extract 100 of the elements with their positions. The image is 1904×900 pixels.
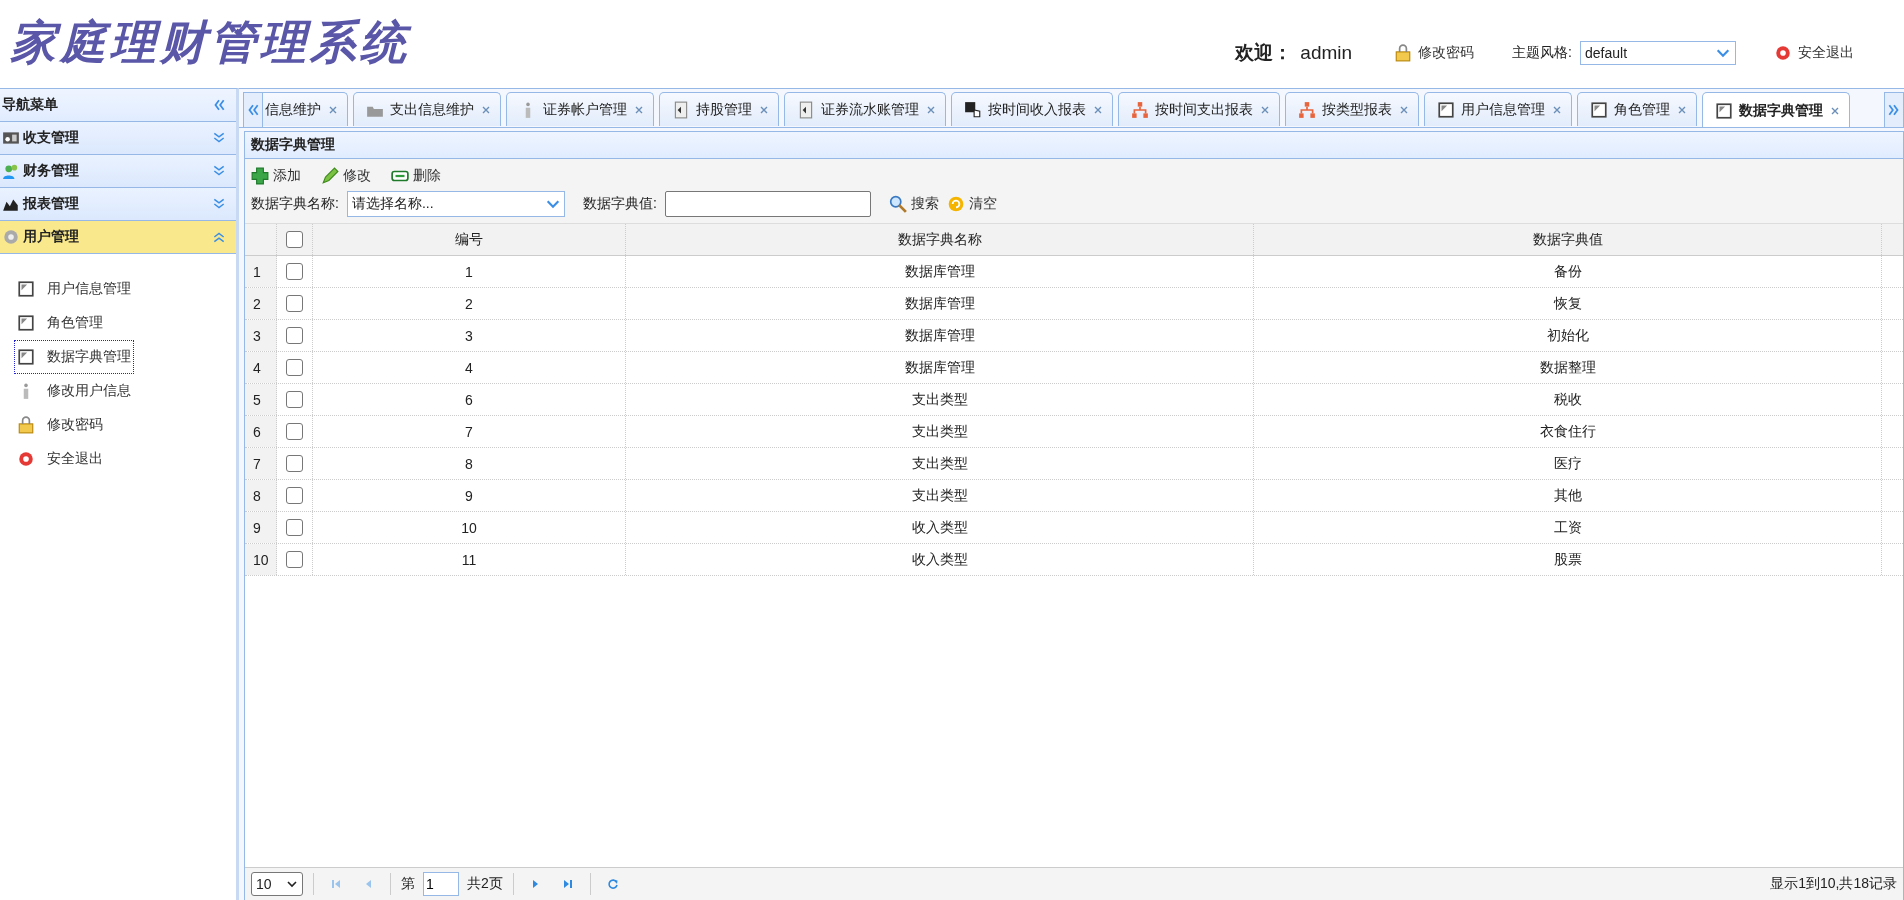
column-header[interactable]: 编号 (313, 224, 626, 255)
column-header[interactable]: 数据字典名称 (626, 224, 1254, 255)
row-number: 1 (245, 256, 277, 287)
menu-item[interactable]: 角色管理 (14, 306, 106, 340)
expand-icon (212, 164, 226, 178)
row-number: 4 (245, 352, 277, 383)
table-cell: 数据库管理 (626, 320, 1254, 351)
checkbox[interactable] (286, 295, 303, 312)
menu-item[interactable]: 修改密码 (14, 408, 106, 442)
checkbox[interactable] (286, 455, 303, 472)
table-cell: 6 (313, 384, 626, 415)
tab[interactable]: 数据字典管理 (1702, 92, 1850, 127)
user-name: admin (1300, 42, 1353, 64)
accordion-header[interactable]: 收支管理 (0, 122, 236, 155)
menu-item[interactable]: 安全退出 (14, 442, 106, 476)
search-button[interactable]: 搜索 (888, 195, 939, 213)
table-cell: 10 (313, 512, 626, 543)
hierarchy-icon (1131, 100, 1149, 119)
row-number: 7 (245, 448, 277, 479)
table-cell: 支出类型 (626, 480, 1254, 511)
checkbox[interactable] (286, 551, 303, 568)
table-cell: 7 (313, 416, 626, 447)
checkbox[interactable] (286, 423, 303, 440)
tab[interactable]: 角色管理 (1577, 92, 1697, 126)
page-summary: 显示1到10,共18记录 (1770, 875, 1897, 893)
hierarchy-icon (1298, 100, 1316, 119)
scroll-left-icon (246, 103, 260, 117)
lock-icon (17, 416, 35, 434)
menu-item[interactable]: 数据字典管理 (14, 340, 134, 374)
value-input[interactable] (664, 191, 871, 217)
plus-icon (251, 167, 269, 185)
tab[interactable]: 证券流水账管理 (784, 92, 946, 126)
last-page-icon (561, 878, 574, 890)
tab[interactable]: 按时间收入报表 (951, 92, 1113, 126)
tab[interactable]: 支出信息维护 (353, 92, 501, 126)
search-icon (888, 195, 907, 213)
refresh-icon (606, 878, 619, 890)
row-number: 8 (245, 480, 277, 511)
table-cell: 收入类型 (626, 544, 1254, 575)
checkbox[interactable] (286, 487, 303, 504)
column-header[interactable]: 数据字典值 (1254, 224, 1882, 255)
document-icon (797, 100, 815, 119)
checkbox[interactable] (286, 391, 303, 408)
page-input[interactable]: 1 (423, 872, 459, 896)
document-icon (672, 100, 690, 119)
tab[interactable]: 按时间支出报表 (1118, 92, 1280, 126)
accordion-header[interactable]: 用户管理 (0, 221, 236, 254)
table-cell: 税收 (1254, 384, 1882, 415)
table-cell: 4 (313, 352, 626, 383)
pencil-icon (321, 167, 339, 185)
app-logo: 家庭理财管理系统 (9, 14, 410, 71)
tab[interactable]: 持股管理 (659, 92, 779, 126)
collapse-icon (212, 98, 226, 112)
refresh-icon (946, 195, 965, 213)
checkbox[interactable] (286, 263, 303, 280)
checkbox[interactable] (286, 231, 303, 248)
welcome-label: 欢迎： (1235, 41, 1293, 65)
first-page-icon (330, 878, 342, 890)
table-cell: 医疗 (1254, 448, 1882, 479)
tab[interactable]: 信息维护 (263, 92, 348, 126)
tab[interactable]: 按类型报表 (1285, 92, 1419, 126)
edit-button[interactable]: 修改 (321, 167, 371, 185)
add-button[interactable]: 添加 (251, 167, 301, 185)
table-cell: 3 (313, 320, 626, 351)
table-cell: 11 (313, 544, 626, 575)
table-cell: 股票 (1254, 544, 1882, 575)
scroll-right-icon (1887, 103, 1901, 117)
lock-icon (1394, 44, 1413, 62)
row-number: 9 (245, 512, 277, 543)
theme-select[interactable]: default (1580, 41, 1736, 65)
name-select[interactable]: 请选择名称... (346, 191, 565, 217)
tab[interactable]: 用户信息管理 (1424, 92, 1572, 126)
value-label: 数据字典值: (582, 195, 657, 213)
scroll-left-button[interactable] (243, 92, 263, 127)
table-cell: 收入类型 (626, 512, 1254, 543)
tab[interactable]: 证券帐户管理 (506, 92, 654, 126)
menu-item[interactable]: 用户信息管理 (14, 272, 134, 306)
logout-link[interactable]: 安全退出 (1774, 44, 1854, 62)
menu-item[interactable]: 修改用户信息 (14, 374, 134, 408)
checkbox[interactable] (286, 519, 303, 536)
clear-button[interactable]: 清空 (946, 195, 997, 213)
delete-button[interactable]: 删除 (391, 167, 441, 185)
row-number: 10 (245, 544, 277, 575)
collapse-icon (212, 230, 226, 244)
checkbox[interactable] (286, 327, 303, 344)
scroll-right-button[interactable] (1884, 92, 1904, 127)
table-cell: 9 (313, 480, 626, 511)
table-cell: 2 (313, 288, 626, 319)
change-password-link[interactable]: 修改密码 (1394, 44, 1475, 62)
table-cell: 恢复 (1254, 288, 1882, 319)
table-cell: 支出类型 (626, 384, 1254, 415)
table-cell: 备份 (1254, 256, 1882, 287)
row-number: 6 (245, 416, 277, 447)
table-cell: 支出类型 (626, 416, 1254, 447)
theme-label: 主题风格: (1512, 44, 1572, 62)
accordion-header[interactable]: 财务管理 (0, 155, 236, 188)
page-size-select[interactable]: 10 (251, 872, 303, 896)
table-cell: 8 (313, 448, 626, 479)
checkbox[interactable] (286, 359, 303, 376)
accordion-header[interactable]: 报表管理 (0, 188, 236, 221)
